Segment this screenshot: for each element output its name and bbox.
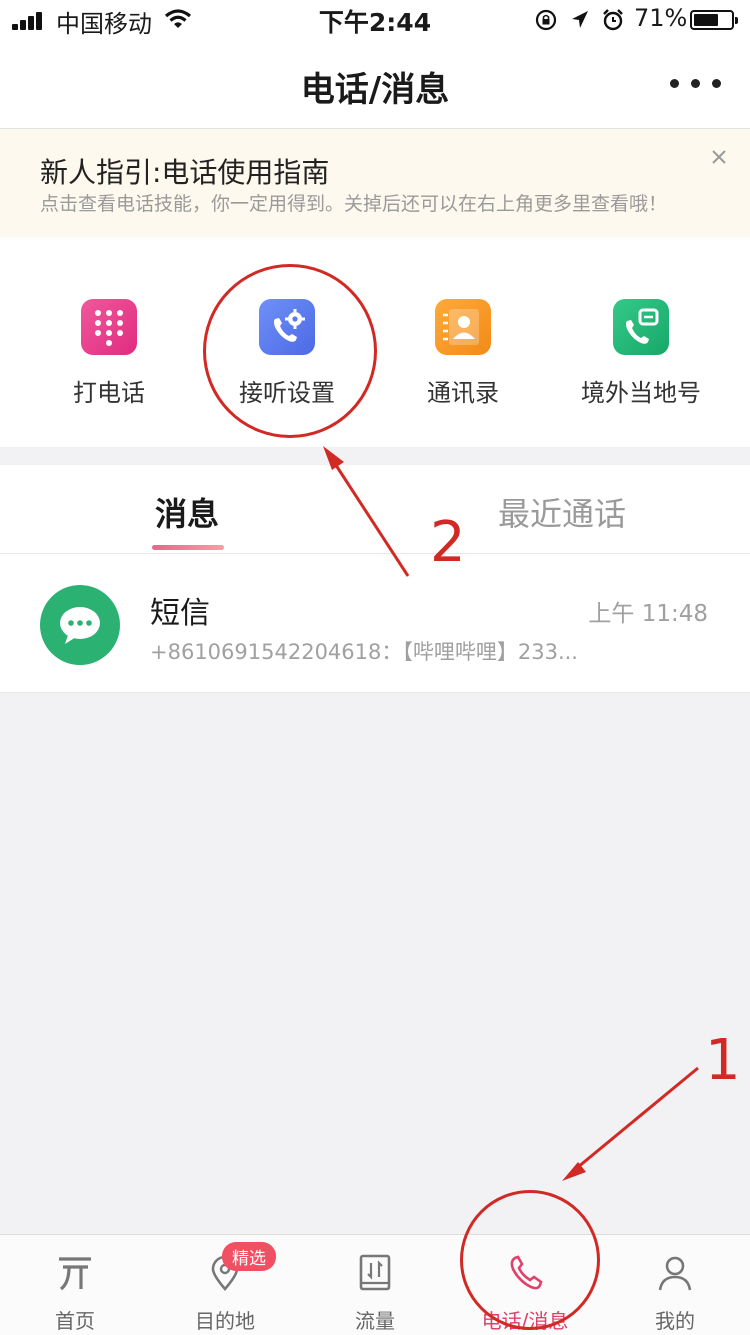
- tab-messages[interactable]: 消息: [155, 489, 219, 535]
- action-label: 通讯录: [427, 379, 499, 407]
- home-logo-icon: [59, 1257, 91, 1291]
- nav-bar: 电话/消息: [0, 40, 750, 129]
- profile-icon: [658, 1256, 692, 1291]
- bottom-tab-bar: 首页 目的地 流量 电话/消息 我的: [0, 1234, 750, 1335]
- location-icon: [572, 11, 588, 28]
- action-label: 境外当地号: [581, 379, 701, 407]
- sms-chat-icon: [40, 585, 120, 665]
- phone-sim-icon: [613, 299, 669, 355]
- dialpad-icon: [81, 299, 137, 355]
- alarm-icon: [603, 9, 623, 31]
- annotation-step-2: 2: [430, 510, 466, 575]
- action-overseas-number[interactable]: 境外当地号: [551, 299, 731, 419]
- more-icon[interactable]: [670, 76, 722, 92]
- action-contacts[interactable]: 通讯录: [373, 299, 553, 419]
- annotation-circle-phone-tab: [460, 1190, 600, 1330]
- tabbar-label: 流量: [355, 1309, 395, 1333]
- action-call[interactable]: 打电话: [19, 299, 199, 419]
- status-bar: 中国移动 下午2:44 71%: [0, 0, 750, 40]
- tab-recent-calls[interactable]: 最近通话: [498, 489, 626, 535]
- message-tabs: 消息 最近通话: [0, 465, 750, 554]
- annotation-circle-answer-settings: [203, 264, 377, 438]
- battery-percent: 71%: [634, 4, 688, 32]
- guide-banner-title: 新人指引:电话使用指南: [40, 156, 330, 189]
- message-time: 上午 11:48: [588, 601, 708, 627]
- annotation-step-1: 1: [705, 1028, 741, 1093]
- tabbar-label: 首页: [55, 1309, 95, 1333]
- message-sender: 短信: [150, 596, 210, 631]
- page-title: 电话/消息: [300, 70, 450, 110]
- guide-banner[interactable]: 新人指引:电话使用指南 点击查看电话技能，你一定用得到。关掉后还可以在右上角更多…: [0, 129, 750, 237]
- tabbar-item-profile[interactable]: 我的: [600, 1235, 750, 1335]
- tabbar-item-home[interactable]: 首页: [0, 1235, 150, 1335]
- close-icon[interactable]: [708, 146, 730, 168]
- message-preview: +8610691542204618：【哔哩哔哩】233...: [150, 640, 578, 664]
- tabbar-label: 目的地: [195, 1309, 255, 1333]
- active-tab-indicator: [152, 545, 224, 550]
- contacts-book-icon: [435, 299, 491, 355]
- battery-icon: [690, 10, 738, 30]
- lock-rotation-icon: [535, 9, 557, 31]
- guide-banner-subtitle: 点击查看电话技能，你一定用得到。关掉后还可以在右上角更多里查看哦！: [40, 193, 668, 215]
- action-label: 打电话: [73, 379, 145, 407]
- tabbar-label: 我的: [655, 1309, 695, 1333]
- featured-badge: 精选: [222, 1242, 276, 1271]
- tabbar-item-data[interactable]: 流量: [300, 1235, 450, 1335]
- data-traffic-icon: [359, 1254, 391, 1291]
- list-item[interactable]: 短信 上午 11:48 +8610691542204618：【哔哩哔哩】233.…: [0, 554, 750, 693]
